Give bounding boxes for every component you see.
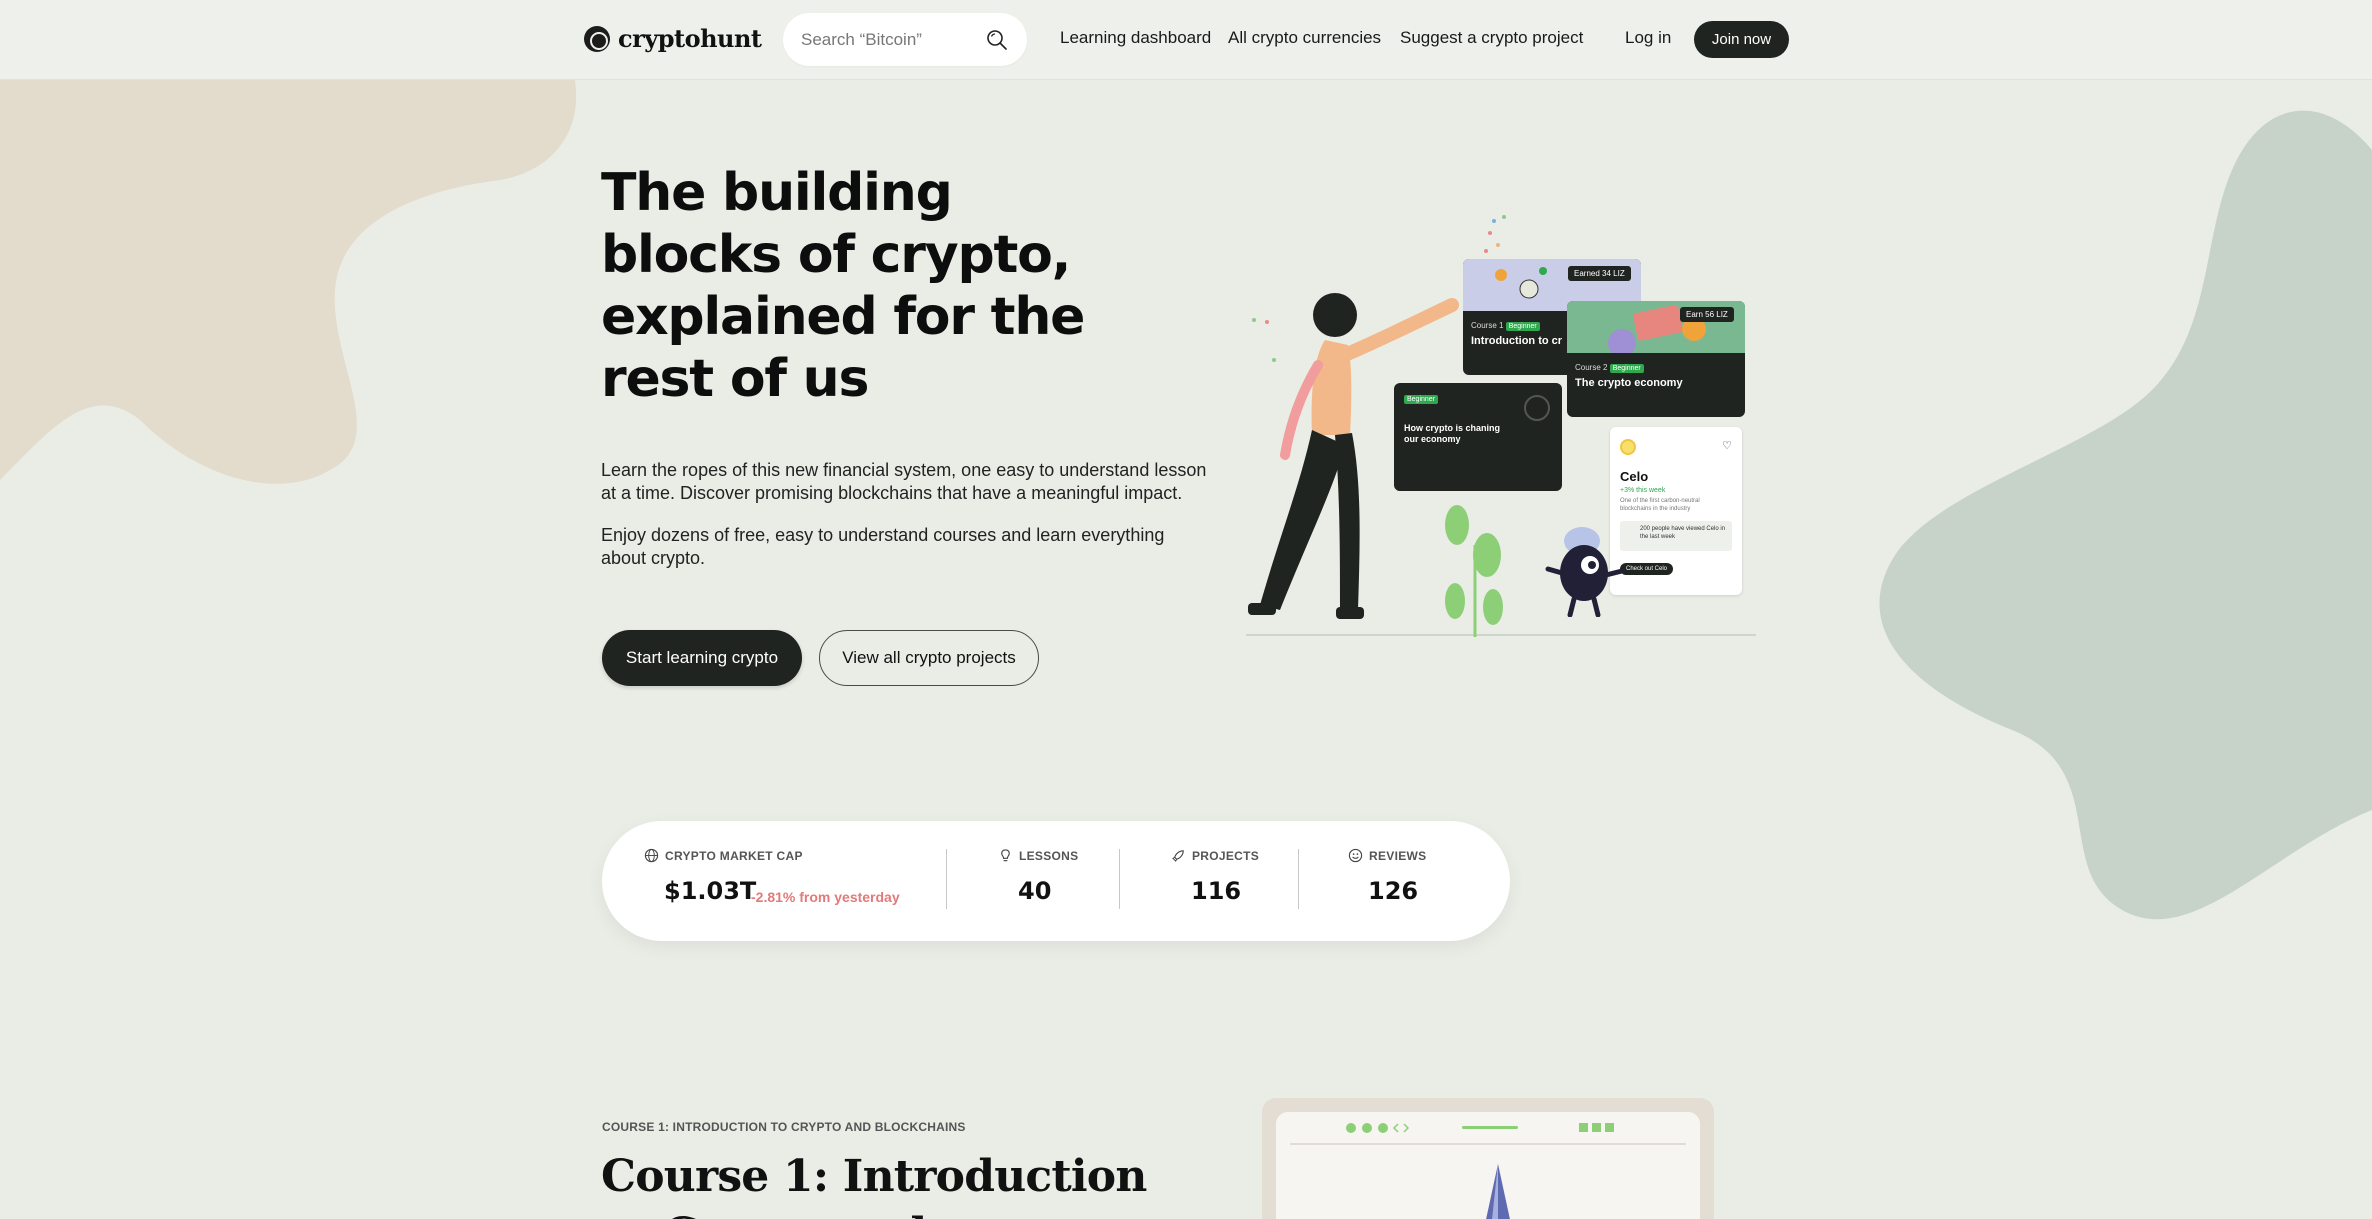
nav-suggest-project[interactable]: Suggest a crypto project [1400, 28, 1583, 48]
market-cap-change: -2.81% from yesterday [751, 889, 900, 905]
nav-all-crypto-currencies[interactable]: All crypto currencies [1228, 28, 1381, 48]
reviews-value: 126 [1368, 877, 1419, 905]
heart-icon: ♡ [1722, 440, 1732, 452]
hero-paragraph-1: Learn the ropes of this new financial sy… [601, 460, 1207, 503]
market-cap-label-group: CRYPTO MARKET CAP [644, 848, 803, 863]
progress-ring-icon [1524, 395, 1550, 421]
background-blob-left [0, 60, 577, 484]
logo-mark-icon [584, 25, 610, 52]
celo-card: ♡ Celo +3% this week One of the first ca… [1610, 427, 1742, 595]
course-title: Course 1: Introduction to Crypto and [601, 1151, 1147, 1219]
reviews-label: REVIEWS [1369, 848, 1427, 863]
search-icon[interactable] [985, 28, 1009, 52]
view-projects-button[interactable]: View all crypto projects [819, 630, 1039, 686]
stats-divider [1298, 849, 1299, 909]
course-1-title: Introduction to cr [1471, 335, 1563, 347]
plant-icon [1445, 505, 1503, 637]
globe-icon [644, 848, 659, 863]
search-box[interactable] [783, 13, 1027, 66]
reviews-label-group: REVIEWS [1348, 848, 1426, 863]
lessons-value: 40 [1018, 877, 1052, 905]
hero-paragraph-2: Enjoy dozens of free, easy to understand… [601, 525, 1165, 568]
start-learning-button[interactable]: Start learning crypto [602, 630, 802, 686]
earned-badge: Earned 34 LIZ [1568, 266, 1631, 281]
course-2-title: The crypto economy [1575, 377, 1683, 389]
top-navbar: cryptohunt Learning dashboard All crypto… [0, 0, 2372, 80]
market-cap-value: $1.03T [664, 877, 757, 905]
celo-views: 200 people have viewed Celo in the last … [1620, 521, 1732, 551]
join-now-button[interactable]: Join now [1694, 21, 1789, 58]
logo-text: cryptohunt [618, 24, 762, 53]
projects-label-group: PROJECTS [1171, 848, 1259, 863]
celo-name: Celo [1620, 469, 1649, 484]
hero-illustration: Course 1 Beginner Introduction to cr Ear… [1240, 205, 1760, 640]
projects-label: PROJECTS [1192, 848, 1260, 863]
preview-toolbar-icon [1290, 1123, 1686, 1219]
market-cap-label: CRYPTO MARKET CAP [665, 848, 803, 863]
stats-divider [946, 849, 947, 909]
search-input[interactable] [801, 29, 985, 50]
course-1-tag: Beginner [1505, 322, 1540, 331]
celo-description: One of the first carbon-neutral blockcha… [1620, 498, 1700, 512]
logo[interactable]: cryptohunt [584, 24, 762, 53]
nav-learning-dashboard[interactable]: Learning dashboard [1060, 28, 1211, 48]
lessons-label: LESSONS [1019, 848, 1079, 863]
course-1-label: Course 1 [1471, 321, 1504, 330]
bug-icon [1495, 267, 1547, 299]
hero-title: The building blocks of crypto, explained… [601, 163, 1085, 409]
celo-cta: Check out Celo [1620, 563, 1674, 575]
celo-logo-icon [1620, 439, 1636, 455]
rocket-icon [1172, 850, 1184, 862]
course-2-label: Course 2 [1575, 363, 1608, 372]
earn-badge: Earn 56 LIZ [1680, 307, 1734, 322]
lightbulb-icon [1001, 849, 1010, 862]
course-preview [1262, 1098, 1714, 1219]
course-preview-window [1276, 1112, 1700, 1219]
background-blob-right [1879, 110, 2372, 920]
lessons-label-group: LESSONS [998, 848, 1078, 863]
stats-card: CRYPTO MARKET CAP $1.03T -2.81% from yes… [602, 821, 1510, 941]
mascot-icon [1545, 527, 1625, 617]
stats-divider [1119, 849, 1120, 909]
login-link[interactable]: Log in [1625, 28, 1671, 48]
smiley-icon [1348, 848, 1363, 863]
celo-change: +3% this week [1620, 487, 1666, 494]
course-2-tag: Beginner [1609, 364, 1644, 373]
projects-value: 116 [1191, 877, 1242, 905]
course-eyebrow: COURSE 1: INTRODUCTION TO CRYPTO AND BLO… [602, 1120, 966, 1134]
